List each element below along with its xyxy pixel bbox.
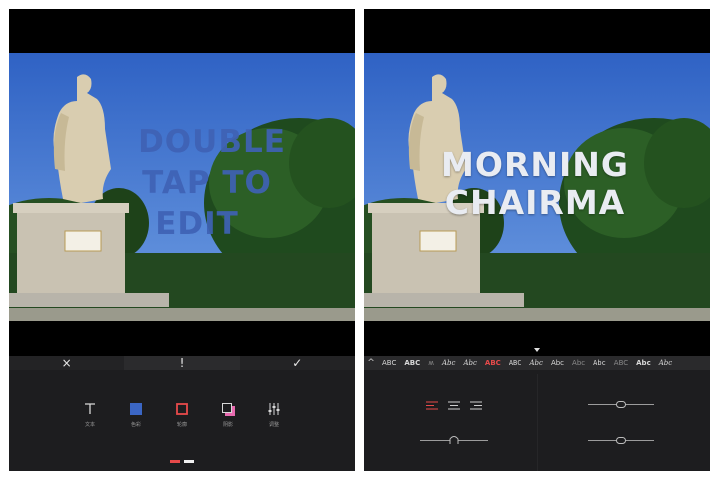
adjust-sliders-icon — [267, 402, 281, 416]
close-icon: × — [61, 356, 72, 370]
page-dot[interactable] — [184, 460, 194, 463]
checkmark-icon: ✓ — [292, 356, 303, 370]
font-option[interactable]: ABC — [505, 356, 526, 370]
font-option[interactable]: ABC — [400, 356, 424, 370]
color-fill-icon — [129, 402, 143, 416]
top-bar — [9, 9, 355, 53]
outline-icon — [175, 402, 189, 416]
tool-label: 文本 — [84, 422, 95, 428]
font-option[interactable]: Abc — [547, 356, 568, 370]
page-indicator — [9, 460, 355, 463]
tool-label: 轮廓 — [176, 422, 187, 428]
font-option[interactable]: ABC — [610, 356, 632, 370]
font-option[interactable]: Abc — [568, 356, 589, 370]
tool-text[interactable]: 文本 — [78, 402, 102, 428]
tool-label: 调整 — [268, 422, 279, 428]
font-option[interactable]: Abc — [632, 356, 655, 370]
font-option[interactable]: Abc — [589, 356, 610, 370]
top-bar — [364, 9, 710, 53]
text-icon — [83, 402, 97, 416]
control-divider — [537, 374, 538, 471]
overlay-text-line-1[interactable]: MORNING — [364, 148, 708, 182]
align-center-icon[interactable] — [448, 401, 460, 410]
tool-outline[interactable]: 轮廓 — [170, 402, 194, 428]
photo-canvas[interactable]: MORNING CHAIRMA — [364, 53, 710, 321]
info-button[interactable]: ! — [124, 356, 240, 370]
align-left-icon[interactable] — [426, 401, 438, 410]
font-option[interactable]: Abc — [655, 356, 676, 370]
overlay-text-line-3[interactable]: EDIT — [24, 209, 355, 240]
right-screen: MORNING CHAIRMA ^ ABC ABC ʍ Abc Abc ABC … — [364, 9, 710, 471]
arc-knob-icon[interactable] — [449, 435, 459, 444]
photo-bottom-bar — [364, 321, 710, 359]
curve-slider[interactable] — [420, 435, 488, 444]
overlay-text-line-2[interactable]: TAP TO — [34, 168, 355, 199]
page-dot-active[interactable] — [170, 460, 180, 463]
slider-knob[interactable] — [616, 437, 626, 444]
confirm-button[interactable]: ✓ — [239, 356, 355, 370]
exclamation-icon: ! — [179, 356, 185, 370]
line-spacing-slider[interactable] — [588, 437, 654, 444]
font-option[interactable]: Abc — [438, 356, 459, 370]
collapse-chevron-icon[interactable]: ^ — [364, 358, 378, 368]
font-option[interactable]: Abc — [459, 356, 480, 370]
font-picker: ^ ABC ABC ʍ Abc Abc ABC ABC Abc Abc Abc … — [364, 356, 710, 370]
slider-knob[interactable] — [616, 401, 626, 408]
photo-bottom-bar — [9, 321, 355, 359]
shadow-icon — [221, 402, 235, 416]
font-option-selected[interactable]: ABC — [481, 356, 505, 370]
overlay-text-line-1[interactable]: DOUBLE — [39, 127, 355, 158]
left-screen: DOUBLE TAP TO EDIT × ! ✓ 文本 色彩 轮廓 阴影 调整 — [9, 9, 355, 471]
font-option[interactable]: Abc — [525, 356, 546, 370]
alignment-group — [426, 401, 482, 410]
tool-row: 文本 色彩 轮廓 阴影 调整 — [9, 402, 355, 428]
photo-canvas[interactable]: DOUBLE TAP TO EDIT — [9, 53, 355, 321]
action-bar: × ! ✓ — [9, 356, 355, 370]
letter-spacing-slider[interactable] — [588, 401, 654, 408]
font-option[interactable]: ABC — [378, 356, 400, 370]
align-right-icon[interactable] — [470, 401, 482, 410]
overlay-text-line-2[interactable]: CHAIRMA — [364, 186, 708, 220]
font-pointer-icon — [534, 348, 540, 352]
tool-label: 阴影 — [222, 422, 233, 428]
tool-label: 色彩 — [130, 422, 141, 428]
tool-color[interactable]: 色彩 — [124, 402, 148, 428]
font-option[interactable]: ʍ — [424, 356, 438, 370]
cancel-button[interactable]: × — [9, 356, 125, 370]
tool-adjust[interactable]: 调整 — [262, 402, 286, 428]
tool-shadow[interactable]: 阴影 — [216, 402, 240, 428]
